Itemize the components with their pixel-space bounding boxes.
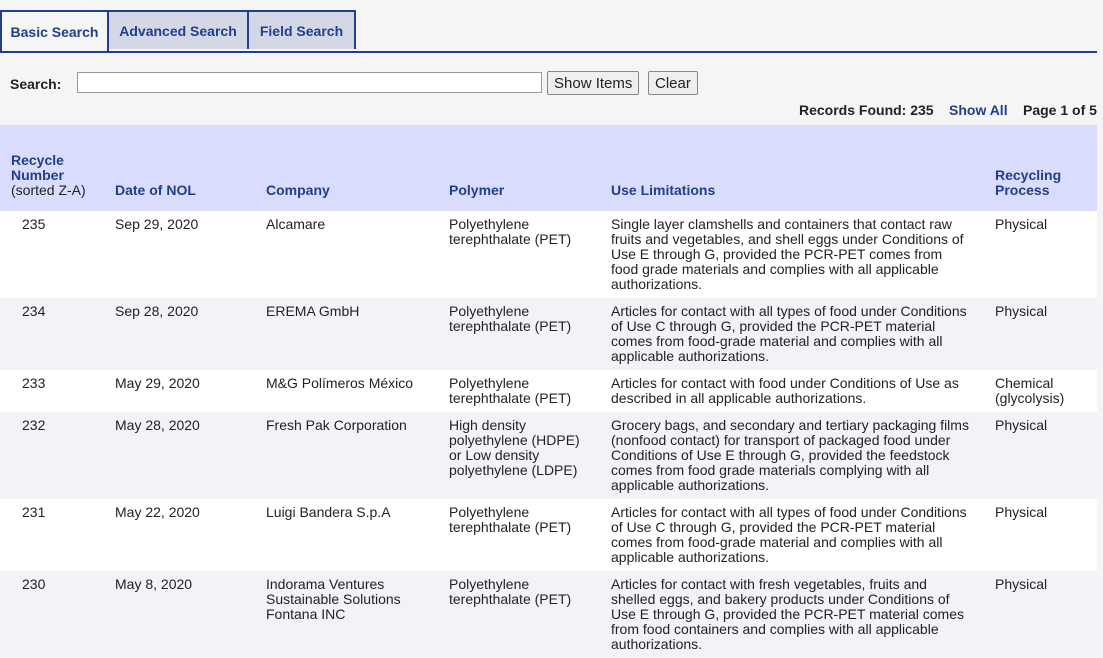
header-sort-indicator: (sorted Z-A) bbox=[11, 182, 86, 198]
cell-polymer: Polyethylene terephthalate (PET) bbox=[449, 499, 611, 571]
cell-date: Sep 28, 2020 bbox=[115, 298, 266, 370]
table-row[interactable]: 230 May 8, 2020 Indorama Ventures Sustai… bbox=[0, 571, 1097, 658]
process-text: Chemical (glycolysis) bbox=[995, 375, 1065, 406]
cell-recycle-number: 230 bbox=[0, 571, 115, 658]
clear-button[interactable]: Clear bbox=[648, 71, 698, 95]
search-row: Search: Show Items Clear bbox=[0, 70, 1103, 96]
cell-polymer: Polyethylene terephthalate (PET) bbox=[449, 298, 611, 370]
use-text: Single layer clamshells and containers t… bbox=[611, 216, 964, 292]
cell-company: EREMA GmbH bbox=[266, 298, 449, 370]
results-table-container: Recycle Number (sorted Z-A) Date of NOL … bbox=[0, 125, 1097, 658]
header-recycling-process-label: Recycling Process bbox=[995, 167, 1062, 198]
cell-use-limitations: Articles for contact with all types of f… bbox=[611, 298, 995, 370]
use-text: Grocery bags, and secondary and tertiary… bbox=[611, 417, 969, 493]
header-recycle-number-label: Recycle Number bbox=[11, 152, 64, 183]
cell-use-limitations: Single layer clamshells and containers t… bbox=[611, 211, 995, 298]
page-indicator: Page 1 of 5 bbox=[1023, 102, 1097, 118]
cell-polymer: High density polyethylene (HDPE) or Low … bbox=[449, 412, 611, 499]
cell-recycling-process: Chemical (glycolysis) bbox=[995, 370, 1097, 412]
tab-advanced-search[interactable]: Advanced Search bbox=[107, 10, 249, 49]
use-text: Articles for contact with fresh vegetabl… bbox=[611, 576, 965, 652]
cell-use-limitations: Grocery bags, and secondary and tertiary… bbox=[611, 412, 995, 499]
cell-polymer: Polyethylene terephthalate (PET) bbox=[449, 370, 611, 412]
polymer-text: Polyethylene terephthalate (PET) bbox=[449, 504, 572, 535]
cell-company: Luigi Bandera S.p.A bbox=[266, 499, 449, 571]
polymer-text: High density polyethylene (HDPE) or Low … bbox=[449, 417, 580, 478]
table-row[interactable]: 231 May 22, 2020 Luigi Bandera S.p.A Pol… bbox=[0, 499, 1097, 571]
table-row[interactable]: 233 May 29, 2020 M&G Polímeros México Po… bbox=[0, 370, 1097, 412]
header-use-limitations[interactable]: Use Limitations bbox=[611, 125, 995, 211]
header-recycling-process[interactable]: Recycling Process bbox=[995, 125, 1097, 211]
cell-recycle-number: 234 bbox=[0, 298, 115, 370]
polymer-text: Polyethylene terephthalate (PET) bbox=[449, 375, 572, 406]
cell-date: Sep 29, 2020 bbox=[115, 211, 266, 298]
tab-basic-search[interactable]: Basic Search bbox=[0, 10, 109, 51]
use-text: Articles for contact with food under Con… bbox=[611, 375, 959, 406]
search-input[interactable] bbox=[77, 72, 542, 93]
table-row[interactable]: 235 Sep 29, 2020 Alcamare Polyethylene t… bbox=[0, 211, 1097, 298]
cell-recycle-number: 231 bbox=[0, 499, 115, 571]
show-items-button[interactable]: Show Items bbox=[547, 71, 640, 95]
table-header-row: Recycle Number (sorted Z-A) Date of NOL … bbox=[0, 125, 1097, 211]
cell-use-limitations: Articles for contact with all types of f… bbox=[611, 499, 995, 571]
cell-use-limitations: Articles for contact with food under Con… bbox=[611, 370, 995, 412]
cell-company: Fresh Pak Corporation bbox=[266, 412, 449, 499]
cell-polymer: Polyethylene terephthalate (PET) bbox=[449, 211, 611, 298]
show-all-link[interactable]: Show All bbox=[949, 102, 1008, 120]
search-label: Search: bbox=[10, 76, 62, 92]
tab-field-search[interactable]: Field Search bbox=[247, 10, 356, 49]
cell-use-limitations: Articles for contact with fresh vegetabl… bbox=[611, 571, 995, 658]
cell-polymer: Polyethylene terephthalate (PET) bbox=[449, 571, 611, 658]
cell-date: May 28, 2020 bbox=[115, 412, 266, 499]
polymer-text: Polyethylene terephthalate (PET) bbox=[449, 303, 572, 334]
use-text: Articles for contact with all types of f… bbox=[611, 303, 967, 364]
polymer-text: Polyethylene terephthalate (PET) bbox=[449, 576, 572, 607]
cell-date: May 29, 2020 bbox=[115, 370, 266, 412]
company-text: Indorama Ventures Sustainable Solutions … bbox=[266, 576, 401, 622]
use-text: Articles for contact with all types of f… bbox=[611, 504, 967, 565]
cell-recycle-number: 235 bbox=[0, 211, 115, 298]
header-recycle-number[interactable]: Recycle Number (sorted Z-A) bbox=[0, 125, 115, 211]
cell-recycling-process: Physical bbox=[995, 571, 1097, 658]
cell-recycle-number: 232 bbox=[0, 412, 115, 499]
cell-date: May 8, 2020 bbox=[115, 571, 266, 658]
cell-recycling-process: Physical bbox=[995, 412, 1097, 499]
results-table: Recycle Number (sorted Z-A) Date of NOL … bbox=[0, 125, 1097, 658]
header-polymer[interactable]: Polymer bbox=[449, 125, 611, 211]
cell-recycle-number: 233 bbox=[0, 370, 115, 412]
cell-recycling-process: Physical bbox=[995, 298, 1097, 370]
header-company[interactable]: Company bbox=[266, 125, 449, 211]
records-found: Records Found: 235 bbox=[799, 102, 934, 118]
cell-recycling-process: Physical bbox=[995, 211, 1097, 298]
table-row[interactable]: 234 Sep 28, 2020 EREMA GmbH Polyethylene… bbox=[0, 298, 1097, 370]
cell-company: M&G Polímeros México bbox=[266, 370, 449, 412]
cell-recycling-process: Physical bbox=[995, 499, 1097, 571]
cell-date: May 22, 2020 bbox=[115, 499, 266, 571]
cell-company: Alcamare bbox=[266, 211, 449, 298]
search-tabs: Basic Search Advanced Search Field Searc… bbox=[0, 10, 1097, 53]
header-date[interactable]: Date of NOL bbox=[115, 125, 266, 211]
table-row[interactable]: 232 May 28, 2020 Fresh Pak Corporation H… bbox=[0, 412, 1097, 499]
cell-company: Indorama Ventures Sustainable Solutions … bbox=[266, 571, 449, 658]
polymer-text: Polyethylene terephthalate (PET) bbox=[449, 216, 572, 247]
